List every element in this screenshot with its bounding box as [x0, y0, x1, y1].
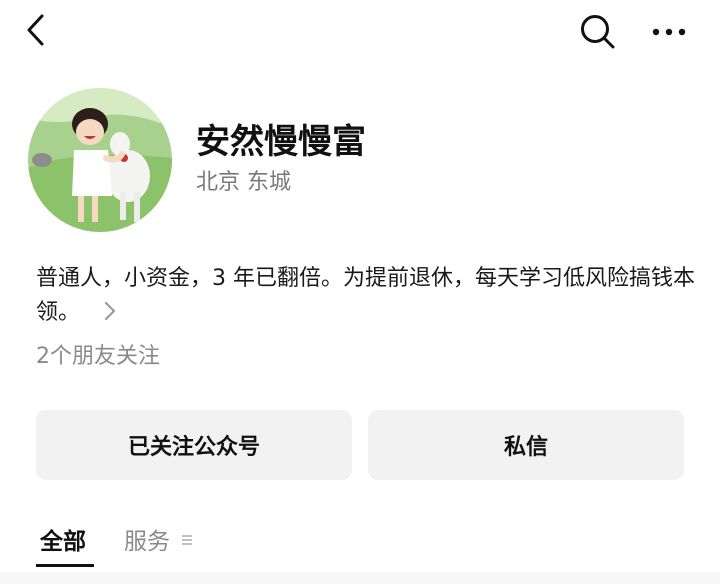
tab-all-label: 全部 [40, 529, 86, 555]
menu-icon [182, 535, 193, 545]
content-tabs: 全部 服务 [36, 520, 696, 570]
bio-section[interactable]: 普通人，小资金，3 年已翻倍。为提前退休，每天学习低风险搞钱本领。 [36, 262, 696, 330]
content-list-edge [0, 572, 720, 584]
top-navigation-bar [0, 0, 720, 64]
search-icon [581, 15, 615, 49]
account-name: 安然慢慢富 [196, 122, 366, 162]
chevron-left-icon [27, 14, 44, 46]
active-tab-indicator [36, 564, 94, 567]
bio-text: 普通人，小资金，3 年已翻倍。为提前退休，每天学习低风险搞钱本领。 [36, 266, 695, 325]
followed-account-label: 已关注公众号 [127, 435, 260, 460]
more-horizontal-icon [652, 28, 686, 36]
cartoon-girl-with-goat-avatar [28, 88, 172, 232]
avatar[interactable] [28, 88, 172, 232]
message-label: 私信 [503, 435, 548, 460]
friends-following-count[interactable]: 2个朋友关注 [36, 342, 160, 372]
tab-service-label: 服务 [124, 529, 170, 555]
search-button[interactable] [576, 10, 620, 54]
tab-service[interactable]: 服务 [124, 520, 193, 564]
account-location: 北京 东城 [196, 170, 291, 195]
chevron-right-icon [104, 301, 116, 321]
tab-all[interactable]: 全部 [40, 520, 86, 564]
more-options-button[interactable] [644, 10, 694, 54]
back-button[interactable] [18, 10, 54, 50]
followed-account-button[interactable]: 已关注公众号 [36, 410, 352, 480]
message-button[interactable]: 私信 [368, 410, 684, 480]
